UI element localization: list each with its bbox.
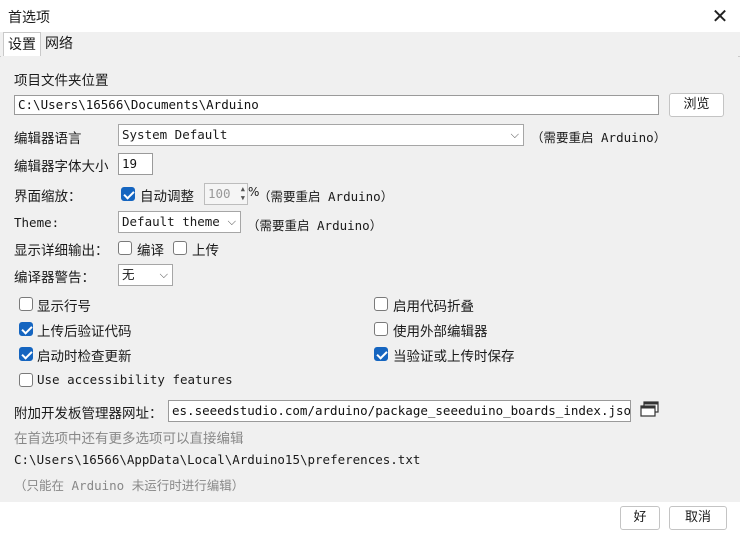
settings-panel: 项目文件夹位置 C:\Users\16566\Documents\Arduino… [1, 56, 738, 502]
footer-bar: 好 取消 [0, 502, 740, 540]
external-editor-checkbox[interactable] [374, 322, 388, 336]
code-folding-label: 启用代码折叠 [393, 299, 474, 315]
theme-value: Default theme [122, 214, 220, 229]
prefs-path: C:\Users\16566\AppData\Local\Arduino15\p… [14, 452, 421, 467]
code-folding-checkbox[interactable] [374, 297, 388, 311]
accessibility-label: Use accessibility features [37, 372, 233, 387]
chevron-down-icon: ⌵ [227, 215, 236, 228]
warnings-value: 无 [122, 267, 135, 282]
font-size-label: 编辑器字体大小 [14, 159, 109, 175]
theme-note: （需要重启 Arduino） [247, 218, 383, 233]
scale-value: 100 [208, 186, 231, 201]
check-updates-checkbox[interactable] [19, 347, 33, 361]
warnings-label: 编译器警告： [14, 270, 95, 286]
verbose-compile-checkbox[interactable] [118, 241, 132, 255]
editor-language-select[interactable]: System Default ⌵ [118, 124, 524, 146]
browse-button[interactable]: 浏览 [669, 93, 724, 117]
editor-language-note: （需要重启 Arduino） [531, 130, 667, 145]
prefs-note: （只能在 Arduino 未运行时进行编辑） [14, 478, 245, 493]
tab-settings[interactable]: 设置 [3, 32, 41, 58]
ok-button[interactable]: 好 [620, 506, 660, 530]
verbose-compile-label: 编译 [137, 243, 164, 259]
sketchbook-location-input[interactable]: C:\Users\16566\Documents\Arduino [14, 95, 659, 115]
board-urls-input[interactable]: es.seeedstudio.com/arduino/package_seeed… [168, 400, 631, 422]
auto-scale-label: 自动调整 [140, 189, 194, 205]
external-editor-label: 使用外部编辑器 [393, 324, 488, 340]
warnings-select[interactable]: 无 ⌵ [118, 264, 173, 286]
editor-language-label: 编辑器语言 [14, 131, 82, 147]
editor-language-value: System Default [122, 127, 228, 142]
verbose-upload-label: 上传 [192, 243, 219, 259]
save-on-verify-label: 当验证或上传时保存 [393, 349, 515, 365]
font-size-input[interactable]: 19 [118, 153, 153, 175]
accessibility-checkbox[interactable] [19, 373, 33, 387]
close-icon[interactable]: ✕ [706, 2, 734, 30]
verbose-label: 显示详细输出： [14, 243, 109, 259]
scale-spinner[interactable]: 100 ▲ ▼ [204, 183, 248, 205]
window-title: 首选项 [8, 10, 50, 26]
save-on-verify-checkbox[interactable] [374, 347, 388, 361]
preferences-window: 首选项 ✕ 设置 网络 项目文件夹位置 C:\Users\16566\Docum… [0, 0, 740, 540]
title-bar: 首选项 ✕ [0, 0, 740, 32]
sketchbook-label: 项目文件夹位置 [14, 73, 109, 89]
auto-scale-checkbox[interactable] [121, 187, 135, 201]
verbose-upload-checkbox[interactable] [173, 241, 187, 255]
cancel-button[interactable]: 取消 [669, 506, 727, 530]
show-line-numbers-label: 显示行号 [37, 299, 91, 315]
more-prefs-hint: 在首选项中还有更多选项可以直接编辑 [14, 431, 244, 447]
board-urls-label: 附加开发板管理器网址： [14, 406, 163, 422]
chevron-down-icon: ⌵ [510, 128, 519, 141]
verify-after-upload-checkbox[interactable] [19, 322, 33, 336]
theme-select[interactable]: Default theme ⌵ [118, 211, 241, 233]
scale-label: 界面缩放： [14, 189, 82, 205]
verify-after-upload-label: 上传后验证代码 [37, 324, 132, 340]
show-line-numbers-checkbox[interactable] [19, 297, 33, 311]
scale-note: （需要重启 Arduino） [258, 189, 394, 204]
spinner-arrows-icon[interactable]: ▲ ▼ [241, 185, 245, 203]
window-icon[interactable] [640, 401, 660, 417]
chevron-down-icon: ⌵ [159, 268, 168, 281]
tab-bar: 设置 网络 [0, 32, 740, 58]
check-updates-label: 启动时检查更新 [37, 349, 132, 365]
theme-label: Theme: [14, 215, 60, 230]
tab-network[interactable]: 网络 [41, 32, 77, 56]
